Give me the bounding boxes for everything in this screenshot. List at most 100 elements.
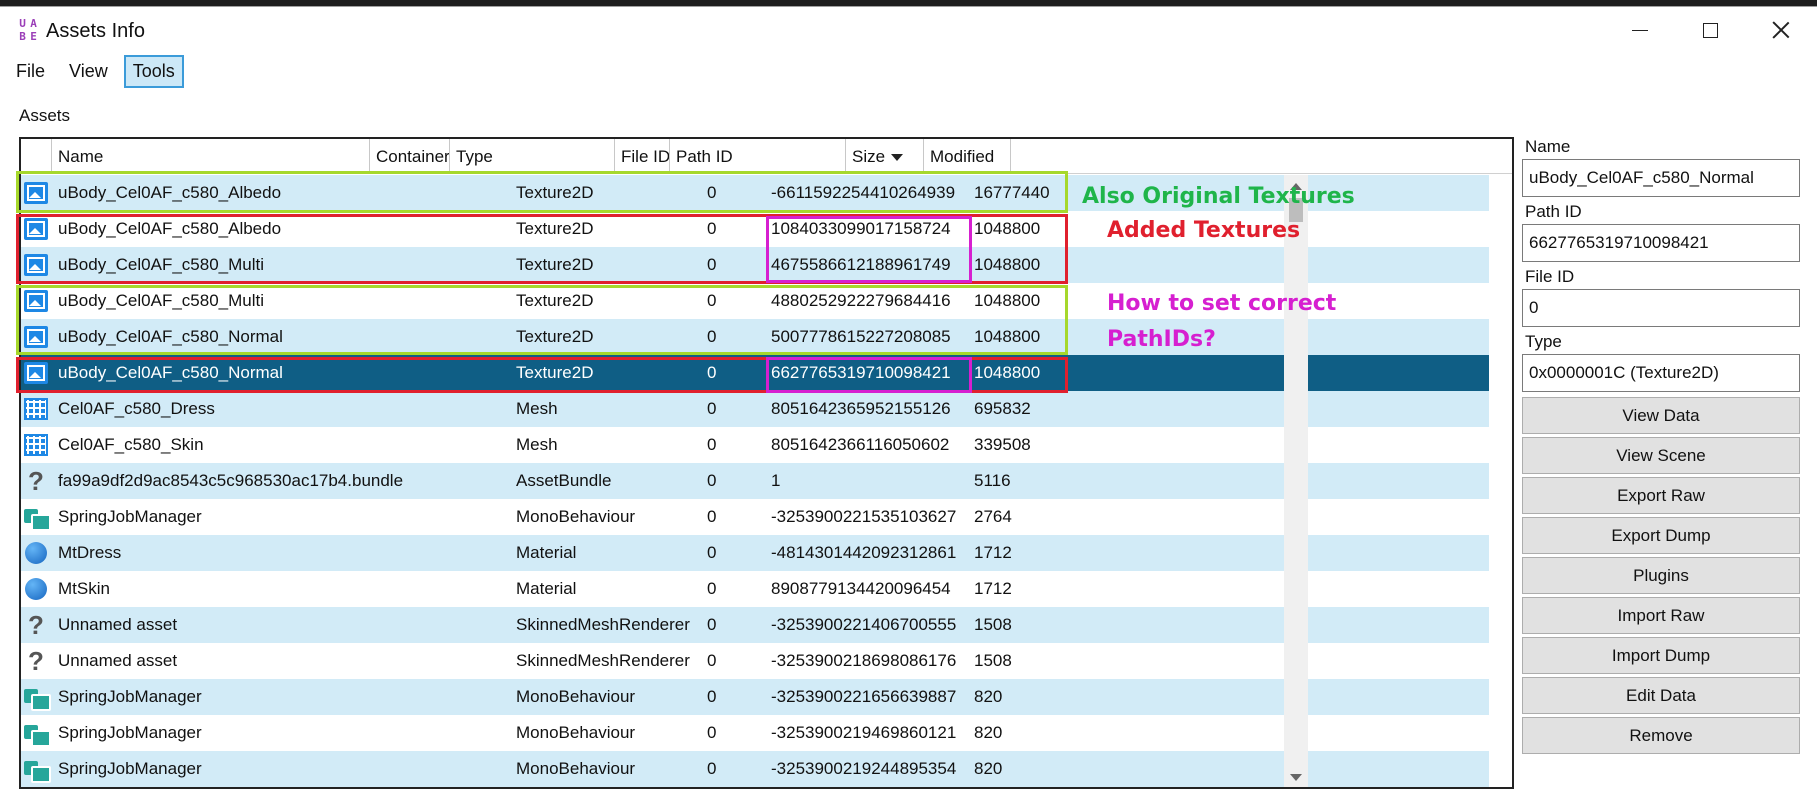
export-raw-button[interactable]: Export Raw [1522,477,1800,514]
table-row[interactable]: SpringJobManager MonoBehaviour 0 -325390022… [21,679,1489,715]
header-type[interactable]: Type [450,139,615,174]
table-row[interactable]: Cel0AF_c580_Skin Mesh 0 8051642366116050602… [21,427,1489,463]
table-header: Name Container Type File ID Path ID Size… [21,139,1512,174]
row-icon-cell: ? [21,463,52,499]
row-file-id: 0 [707,399,717,418]
row-name: uBody_Cel0AF_c580_Multi [58,291,265,310]
row-file-id: 0 [707,363,717,382]
row-name: Unnamed asset [58,615,178,634]
header-modified[interactable]: Modified [924,139,1011,174]
annotation-question: How to set correct PathIDs? [1107,286,1336,358]
row-type: MonoBehaviour [516,759,636,778]
row-name: uBody_Cel0AF_c580_Normal [58,327,283,346]
maximize-button[interactable] [1690,15,1730,45]
path-id-label: Path ID [1525,202,1582,221]
remove-button[interactable]: Remove [1522,717,1800,754]
table-row[interactable]: SpringJobManager MonoBehaviour 0 -325390022… [21,499,1489,535]
row-container [416,283,510,319]
row-container [416,535,510,571]
close-icon [1772,21,1790,39]
file-id-field[interactable] [1522,289,1800,327]
menu-bar: File View Tools [0,54,192,88]
row-type: SkinnedMeshRenderer [516,651,690,670]
row-size: 1048800 [974,255,1041,274]
row-file-id: 0 [707,471,717,490]
row-icon-cell [21,571,52,607]
row-path-id: 1084033099017158724 [771,219,951,238]
table-row[interactable]: ? fa99a9df2d9ac8543c5c968530ac17b4.bundle… [21,463,1489,499]
material-icon [24,578,48,600]
row-path-id: -3253900218698086176 [771,651,957,670]
row-type: Mesh [516,399,558,418]
header-path-id[interactable]: Path ID [670,139,846,174]
texture-icon [24,218,48,240]
row-file-id: 0 [707,507,717,526]
import-dump-button[interactable]: Import Dump [1522,637,1800,674]
type-field[interactable] [1522,354,1800,392]
row-size: 1048800 [974,219,1041,238]
row-container [416,355,510,391]
view-data-button[interactable]: View Data [1522,397,1800,434]
edit-data-button[interactable]: Edit Data [1522,677,1800,714]
annotation-question-line-2: PathIDs? [1107,327,1216,352]
row-container [416,499,510,535]
unknown-icon: ? [28,610,44,640]
row-name: uBody_Cel0AF_c580_Albedo [58,183,282,202]
material-icon [24,542,48,564]
unknown-icon: ? [28,466,44,496]
row-type: Material [516,579,577,598]
scroll-down-icon[interactable] [1290,774,1302,781]
table-row[interactable]: uBody_Cel0AF_c580_Multi Texture2D 0 4675586… [21,247,1489,283]
row-file-id: 0 [707,651,717,670]
row-size: 1048800 [974,291,1041,310]
row-icon-cell [21,175,52,211]
mesh-icon [24,434,48,456]
menu-tools[interactable]: Tools [123,54,184,88]
table-row[interactable]: uBody_Cel0AF_c580_Normal Texture2D 0 662776… [21,355,1489,391]
row-file-id: 0 [707,435,717,454]
name-field[interactable] [1522,159,1800,197]
mesh-icon [24,398,48,420]
vertical-scrollbar[interactable] [1284,175,1308,787]
header-size[interactable]: Size [846,139,924,174]
row-type: MonoBehaviour [516,507,636,526]
table-row[interactable]: SpringJobManager MonoBehaviour 0 -325390021… [21,715,1489,751]
table-row[interactable]: SpringJobManager MonoBehaviour 0 -325390021… [21,751,1489,787]
row-name: Unnamed asset [58,651,178,670]
header-icon-column[interactable] [21,139,52,174]
row-file-id: 0 [707,183,717,202]
header-name[interactable]: Name [52,139,370,174]
row-container [416,211,510,247]
row-path-id: 6627765319710098421 [771,363,951,382]
row-type: Mesh [516,435,558,454]
row-type: Texture2D [516,255,594,274]
row-icon-cell [21,211,52,247]
row-icon-cell [21,679,52,715]
path-id-field[interactable] [1522,224,1800,262]
close-button[interactable] [1761,15,1801,45]
view-scene-button[interactable]: View Scene [1522,437,1800,474]
table-row[interactable]: ? Unnamed asset SkinnedMeshRenderer 0 -32539… [21,643,1489,679]
table-row[interactable]: MtDress Material 0 -4814301442092312861 1712 [21,535,1489,571]
row-type: AssetBundle [516,471,612,490]
menu-view[interactable]: View [61,56,116,87]
row-file-id: 0 [707,579,717,598]
plugins-button[interactable]: Plugins [1522,557,1800,594]
row-path-id: 8051642365952155126 [771,399,951,418]
monobehaviour-icon [24,687,51,711]
table-row[interactable]: Cel0AF_c580_Dress Mesh 0 805164236595215512… [21,391,1489,427]
header-container[interactable]: Container [370,139,450,174]
table-row[interactable]: MtSkin Material 0 8908779134420096454 1712 [21,571,1489,607]
minimize-button[interactable] [1620,15,1660,45]
header-file-id[interactable]: File ID [615,139,670,174]
table-row[interactable]: ? Unnamed asset SkinnedMeshRenderer 0 -32539… [21,607,1489,643]
menu-file[interactable]: File [8,56,53,87]
row-size: 1508 [974,651,1012,670]
row-file-id: 0 [707,219,717,238]
row-path-id: 4880252922279684416 [771,291,951,310]
row-size: 1712 [974,579,1012,598]
import-raw-button[interactable]: Import Raw [1522,597,1800,634]
title-bar[interactable]: U A B E Assets Info [0,7,1817,53]
row-path-id: -4814301442092312861 [771,543,957,562]
export-dump-button[interactable]: Export Dump [1522,517,1800,554]
